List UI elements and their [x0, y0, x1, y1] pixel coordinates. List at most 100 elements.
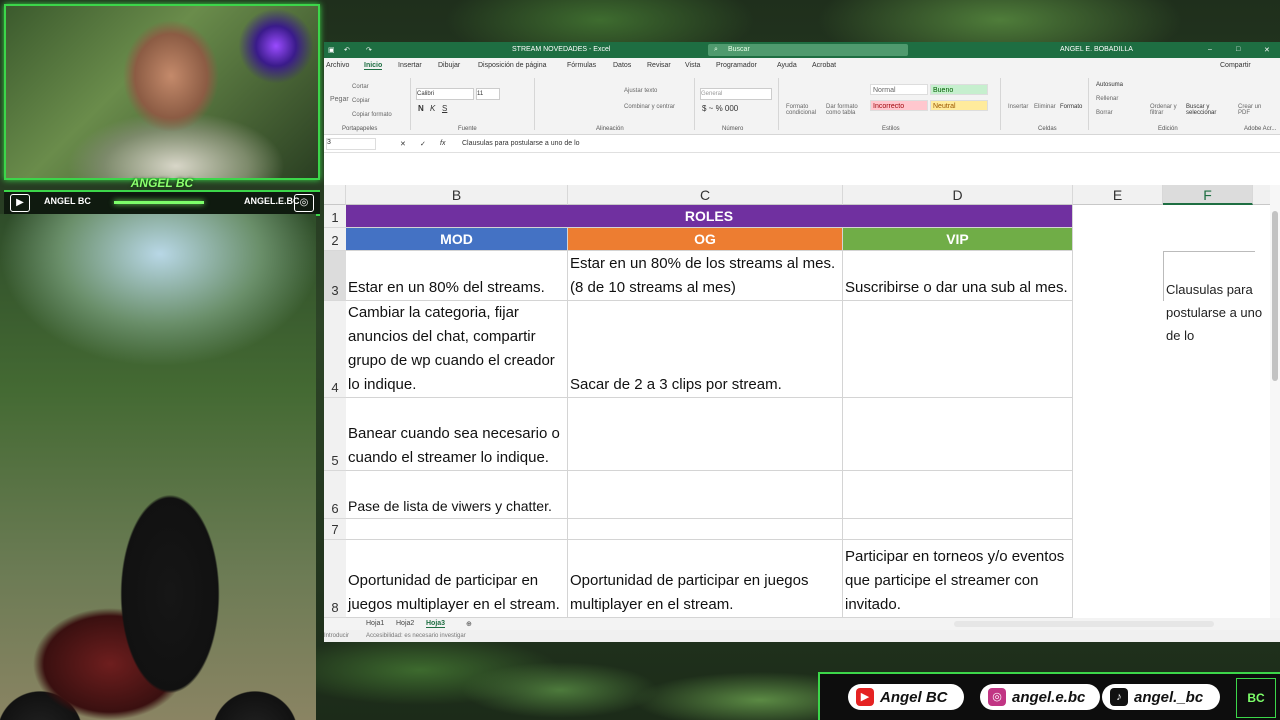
style-bueno[interactable]: Bueno — [930, 84, 988, 95]
tab-datos[interactable]: Datos — [613, 62, 631, 69]
cell-c4[interactable]: Sacar de 2 a 3 clips por stream. — [568, 301, 843, 398]
column-header-b[interactable]: B — [346, 185, 568, 205]
copy-button[interactable]: Copiar — [352, 98, 370, 104]
cell-d3[interactable]: Suscribirse o dar una sub al mes. — [843, 251, 1073, 301]
style-incorrecto[interactable]: Incorrecto — [870, 100, 928, 111]
row-header-6[interactable]: 6 — [324, 471, 346, 519]
og-header-cell[interactable]: OG — [568, 228, 843, 251]
save-icon[interactable]: ▣ — [328, 46, 335, 54]
font-size-select[interactable]: 11 — [476, 88, 500, 100]
undo-icon[interactable]: ↶ — [344, 46, 350, 54]
row-header-4[interactable]: 4 — [324, 301, 346, 398]
tab-insertar[interactable]: Insertar — [398, 62, 422, 69]
maximize-button[interactable]: □ — [1236, 46, 1240, 53]
tab-revisar[interactable]: Revisar — [647, 62, 671, 69]
tab-programador[interactable]: Programador — [716, 62, 757, 69]
search-box[interactable]: ⌕ Buscar — [708, 44, 908, 56]
name-box[interactable]: 3 — [326, 138, 376, 150]
vertical-scrollbar[interactable] — [1270, 185, 1280, 618]
row-header-2[interactable]: 2 — [324, 228, 346, 251]
column-header-f[interactable]: F — [1163, 185, 1253, 205]
style-neutral[interactable]: Neutral — [930, 100, 988, 111]
tab-vista[interactable]: Vista — [685, 62, 700, 69]
roles-header-cell[interactable]: ROLES — [346, 205, 1073, 228]
cell-b7[interactable] — [346, 519, 568, 540]
cell-d5[interactable] — [843, 398, 1073, 471]
find-select-button[interactable]: Buscar y seleccionar — [1186, 104, 1224, 116]
cell-d8[interactable]: Participar en torneos y/o eventos que pa… — [843, 540, 1073, 618]
function-icon[interactable]: fx — [440, 140, 445, 147]
cell-d4[interactable] — [843, 301, 1073, 398]
redo-icon[interactable]: ↷ — [366, 46, 372, 54]
cancel-icon[interactable]: ✕ — [400, 140, 406, 148]
enter-icon[interactable]: ✓ — [420, 140, 426, 148]
row-header-7[interactable]: 7 — [324, 519, 346, 540]
italic-button[interactable]: K — [430, 104, 435, 113]
cell-c6[interactable] — [568, 471, 843, 519]
cell-b5[interactable]: Banear cuando sea necesario o cuando el … — [346, 398, 568, 471]
underline-button[interactable]: S — [442, 104, 447, 113]
cell-b6[interactable]: Pase de lista de viwers y chatter. — [346, 471, 568, 519]
user-name[interactable]: ANGEL E. BOBADILLA — [1060, 46, 1133, 53]
merge-center-button[interactable]: Combinar y centrar — [624, 104, 675, 110]
tab-disposicion[interactable]: Disposición de página — [478, 62, 547, 69]
tab-formulas[interactable]: Fórmulas — [567, 62, 596, 69]
column-header-d[interactable]: D — [843, 185, 1073, 205]
sheet-tab-hoja1[interactable]: Hoja1 — [366, 620, 384, 627]
tab-ayuda[interactable]: Ayuda — [777, 62, 797, 69]
add-sheet-icon[interactable]: ⊕ — [466, 620, 472, 628]
group-alineacion: Alineación — [596, 126, 624, 132]
vip-header-cell[interactable]: VIP — [843, 228, 1073, 251]
create-pdf-button[interactable]: Crear un PDF — [1238, 104, 1268, 116]
accessibility-status[interactable]: Accesibilidad: es necesario investigar — [366, 633, 466, 639]
share-button[interactable]: Compartir — [1220, 62, 1251, 69]
clear-button[interactable]: Borrar — [1096, 110, 1113, 116]
tab-archivo[interactable]: Archivo — [326, 62, 349, 69]
cell-c3[interactable]: Estar en un 80% de los streams al mes. (… — [568, 251, 843, 301]
sheet-tab-hoja3[interactable]: Hoja3 — [426, 620, 446, 628]
tab-acrobat[interactable]: Acrobat — [812, 62, 836, 69]
channel-logo: BC — [1236, 678, 1276, 718]
cell-c5[interactable] — [568, 398, 843, 471]
tab-inicio[interactable]: Inicio — [364, 62, 383, 70]
row-header-3[interactable]: 3 — [324, 251, 346, 301]
cut-button[interactable]: Cortar — [352, 84, 369, 90]
fill-button[interactable]: Rellenar — [1096, 96, 1118, 102]
style-normal[interactable]: Normal — [870, 84, 928, 95]
mod-header-cell[interactable]: MOD — [346, 228, 568, 251]
cell-b3[interactable]: Estar en un 80% del streams. — [346, 251, 568, 301]
tab-dibujar[interactable]: Dibujar — [438, 62, 460, 69]
minimize-button[interactable]: – — [1208, 46, 1212, 53]
row-header-1[interactable]: 1 — [324, 205, 346, 228]
column-header-c[interactable]: C — [568, 185, 843, 205]
select-all-corner[interactable] — [324, 185, 346, 205]
format-cells-button[interactable]: Formato — [1060, 104, 1082, 110]
row-header-8[interactable]: 8 — [324, 540, 346, 618]
close-button[interactable]: ✕ — [1264, 46, 1270, 54]
sheet-tab-hoja2[interactable]: Hoja2 — [396, 620, 414, 627]
column-header-e[interactable]: E — [1073, 185, 1163, 205]
autosum-button[interactable]: Autosuma — [1096, 82, 1123, 88]
font-name-select[interactable]: Calibri — [416, 88, 474, 100]
wrap-text-button[interactable]: Ajustar texto — [624, 88, 657, 94]
currency-button[interactable]: $ ~ % 000 — [702, 104, 738, 113]
cell-b4[interactable]: Cambiar la categoria, fijar anuncios del… — [346, 301, 568, 398]
number-format-select[interactable]: General — [700, 88, 772, 100]
paste-button[interactable]: Pegar — [330, 96, 349, 103]
row-header-5[interactable]: 5 — [324, 398, 346, 471]
sort-filter-button[interactable]: Ordenar y filtrar — [1150, 104, 1184, 116]
cell-c8[interactable]: Oportunidad de participar en juegos mult… — [568, 540, 843, 618]
cell-d6[interactable] — [843, 471, 1073, 519]
bold-button[interactable]: N — [418, 104, 424, 113]
cell-d7[interactable] — [843, 519, 1073, 540]
format-painter-button[interactable]: Copiar formato — [352, 112, 392, 118]
horizontal-scrollbar[interactable] — [954, 621, 1214, 627]
conditional-format-button[interactable]: Formato condicional — [786, 104, 822, 116]
cell-c7[interactable] — [568, 519, 843, 540]
insert-cells-button[interactable]: Insertar — [1008, 104, 1028, 110]
delete-cells-button[interactable]: Eliminar — [1034, 104, 1056, 110]
scroll-thumb[interactable] — [1272, 211, 1278, 381]
format-as-table-button[interactable]: Dar formato como tabla — [826, 104, 866, 116]
formula-input[interactable]: Clausulas para postularse a uno de lo — [462, 140, 580, 147]
cell-b8[interactable]: Oportunidad de participar en juegos mult… — [346, 540, 568, 618]
